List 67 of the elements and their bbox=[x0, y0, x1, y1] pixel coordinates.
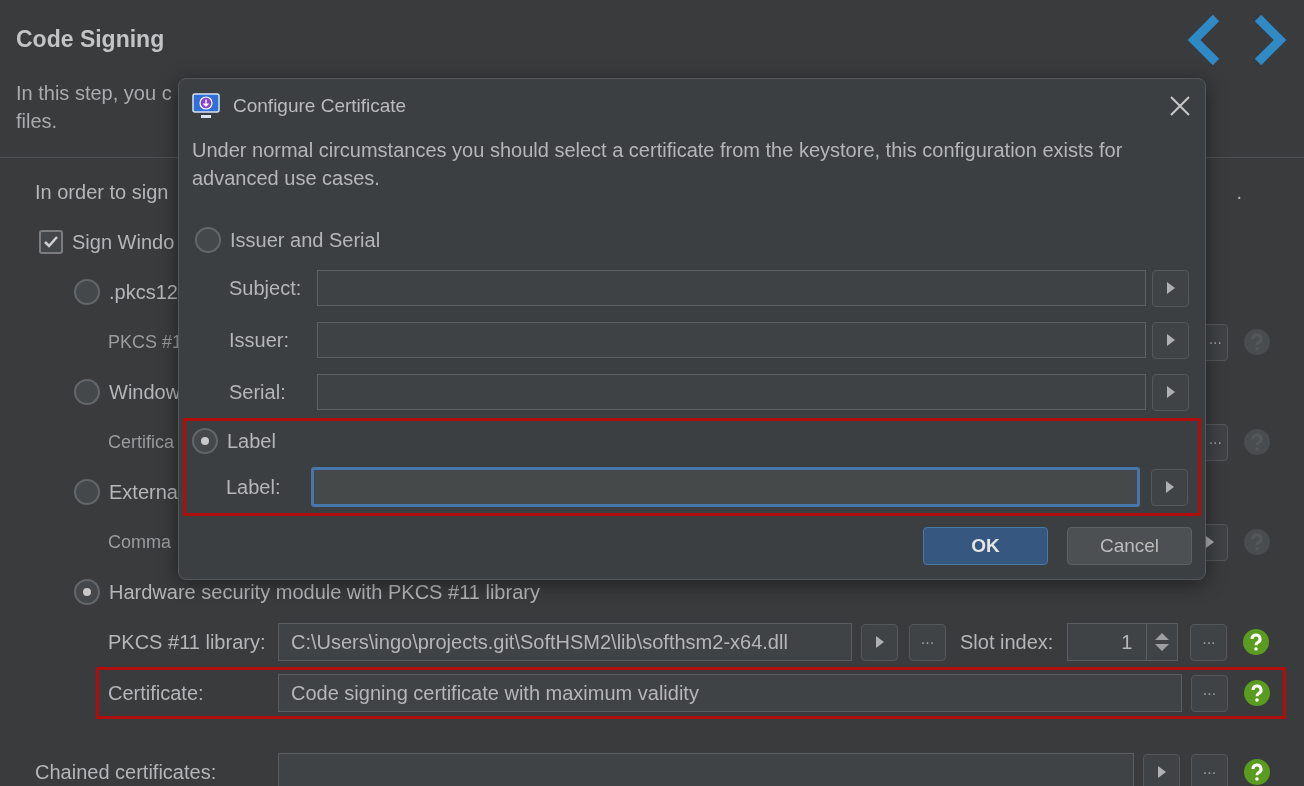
radio-label: Hardware security module with PKCS #11 library bbox=[109, 580, 540, 604]
slot-index-label: Slot index: bbox=[960, 630, 1054, 654]
play-arrow-icon bbox=[1164, 480, 1175, 494]
check-icon bbox=[43, 235, 59, 249]
insert-button[interactable] bbox=[1143, 753, 1180, 786]
radio-button[interactable] bbox=[74, 479, 100, 505]
play-arrow-icon bbox=[1165, 333, 1176, 347]
field-label: Serial: bbox=[229, 380, 287, 404]
radio-label: Issuer and Serial bbox=[230, 228, 381, 252]
radio-button[interactable] bbox=[195, 227, 221, 253]
dialog-description: Under normal circumstances you should select a certificate from the keystore, this configuration exists for advanced use cases. bbox=[192, 138, 1124, 191]
dialog-title: Configure Certificate bbox=[233, 95, 407, 117]
slot-index-spinner[interactable]: 1 bbox=[1067, 623, 1179, 661]
intro-text-end: . bbox=[1236, 180, 1242, 204]
text-field[interactable] bbox=[317, 270, 1146, 306]
browse-button[interactable]: ... bbox=[909, 623, 946, 661]
browse-button[interactable]: ... bbox=[1191, 674, 1228, 712]
help-icon[interactable] bbox=[1243, 629, 1270, 655]
description-line: In this step, you c bbox=[16, 81, 172, 106]
library-path-field[interactable]: C:\Users\ingo\projects.git\SoftHSM2\lib\softhsm2-x64.dll bbox=[278, 623, 852, 661]
field-label: PKCS #11 library: bbox=[108, 630, 267, 654]
ok-button[interactable]: OK bbox=[923, 527, 1048, 565]
radio-label: Window bbox=[109, 380, 181, 404]
play-arrow-icon bbox=[1165, 385, 1176, 399]
play-arrow-icon bbox=[1204, 535, 1215, 549]
play-arrow-icon bbox=[1165, 281, 1176, 295]
radio-label: .pkcs12 bbox=[109, 280, 178, 304]
certificate-field[interactable]: Code signing certificate with maximum validity bbox=[278, 674, 1182, 712]
text-field[interactable] bbox=[317, 322, 1146, 358]
chained-certificates-field[interactable] bbox=[278, 753, 1134, 786]
field-label: Issuer: bbox=[229, 328, 291, 352]
checkbox-label: Sign Windo bbox=[72, 230, 175, 254]
description-line: files. bbox=[16, 109, 59, 134]
help-icon[interactable] bbox=[1244, 759, 1270, 785]
page-title: Code Signing bbox=[16, 26, 166, 53]
field-label: Subject: bbox=[229, 276, 303, 300]
close-button[interactable] bbox=[1168, 94, 1192, 118]
sign-checkbox[interactable] bbox=[39, 230, 63, 254]
text-field[interactable] bbox=[317, 374, 1146, 410]
field-label: Certificate: bbox=[108, 681, 205, 705]
play-arrow-icon bbox=[874, 635, 885, 649]
radio-button[interactable] bbox=[74, 579, 100, 605]
insert-button[interactable] bbox=[1152, 321, 1189, 359]
insert-button[interactable] bbox=[1152, 373, 1189, 411]
field-label: Chained certificates: bbox=[35, 760, 218, 784]
close-icon bbox=[1168, 94, 1192, 118]
radio-label: Label bbox=[227, 429, 276, 453]
field-label: Label: bbox=[226, 475, 282, 499]
cancel-button[interactable]: Cancel bbox=[1067, 527, 1192, 565]
browse-button[interactable]: ... bbox=[1191, 753, 1228, 786]
insert-button[interactable] bbox=[861, 623, 898, 661]
monitor-download-icon bbox=[192, 93, 220, 119]
radio-button[interactable] bbox=[192, 428, 218, 454]
field-label: Certifica bbox=[108, 431, 174, 453]
intro-text: In order to sign bbox=[35, 180, 169, 204]
radio-label: Externa bbox=[109, 480, 178, 504]
radio-button[interactable] bbox=[74, 279, 100, 305]
insert-button[interactable] bbox=[1152, 269, 1189, 307]
back-chevron-icon[interactable] bbox=[1186, 14, 1222, 66]
play-arrow-icon bbox=[1156, 765, 1167, 779]
radio-button[interactable] bbox=[74, 379, 100, 405]
forward-chevron-icon[interactable] bbox=[1252, 14, 1288, 66]
field-label: Comma bbox=[108, 531, 171, 553]
text-field[interactable] bbox=[311, 467, 1140, 507]
browse-button[interactable]: ... bbox=[1190, 623, 1228, 661]
insert-button[interactable] bbox=[1151, 468, 1188, 506]
help-icon[interactable] bbox=[1244, 680, 1270, 706]
